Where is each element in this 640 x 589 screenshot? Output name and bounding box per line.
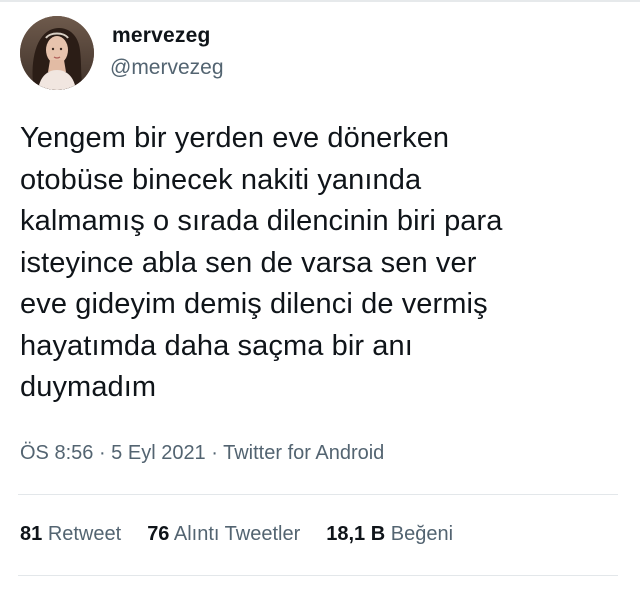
tweet-card: mervezeg @mervezeg Yengem bir yerden eve…: [0, 0, 640, 589]
retweets-count: 81: [20, 523, 43, 545]
avatar[interactable]: [20, 16, 94, 90]
avatar-image: [20, 16, 94, 90]
tweet-time[interactable]: ÖS 8:56: [20, 442, 93, 464]
likes-label: Beğeni: [390, 523, 454, 545]
display-name[interactable]: mervezeg: [112, 24, 211, 48]
meta-separator: ·: [93, 442, 112, 464]
quotes-label: Alıntı Tweetler: [173, 523, 301, 545]
quotes-count: 76: [147, 523, 170, 545]
quotes-stat[interactable]: 76 Alıntı Tweetler: [147, 523, 300, 545]
user-handle[interactable]: @mervezeg: [110, 56, 224, 80]
top-border: [0, 0, 640, 2]
tweet-date[interactable]: 5 Eyl 2021: [111, 442, 206, 464]
retweets-label: Retweet: [47, 523, 122, 545]
retweets-stat[interactable]: 81 Retweet: [20, 523, 121, 545]
tweet-source[interactable]: Twitter for Android: [223, 442, 384, 464]
divider: [18, 575, 618, 576]
engagement-stats: 81 Retweet 76 Alıntı Tweetler 18,1 B Beğen…: [20, 523, 479, 546]
divider: [18, 494, 618, 495]
tweet-meta: ÖS 8:56 · 5 Eyl 2021 · Twitter for Andro…: [20, 442, 384, 465]
meta-separator: ·: [205, 442, 224, 464]
likes-stat[interactable]: 18,1 B Beğeni: [326, 523, 453, 545]
tweet-text: Yengem bir yerden eve dönerken otobüse b…: [20, 122, 503, 403]
likes-count: 18,1 B: [326, 523, 386, 545]
